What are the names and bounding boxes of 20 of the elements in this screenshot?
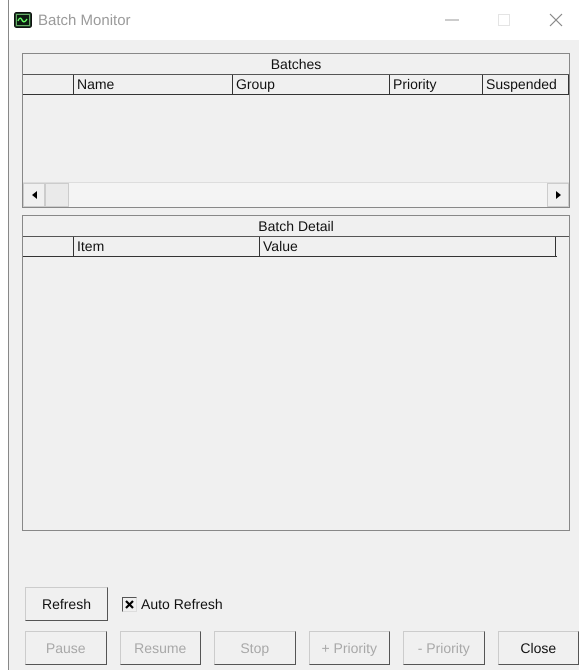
close-icon[interactable] [549, 13, 563, 27]
column-header[interactable]: Group [233, 75, 390, 94]
column-header[interactable]: Name [74, 75, 233, 94]
scroll-thumb[interactable] [45, 183, 69, 207]
grid-title: Batches [23, 54, 569, 75]
checkbox-label: Auto Refresh [141, 596, 223, 612]
right-arrow-icon[interactable] [556, 191, 560, 199]
monitor-icon [14, 12, 32, 28]
column-header[interactable]: Suspended [483, 75, 569, 94]
column-header[interactable]: Item [74, 237, 260, 256]
horizontal-scrollbar[interactable] [23, 182, 569, 207]
column-header[interactable]: Value [260, 237, 556, 256]
auto-refresh-checkbox[interactable] [122, 596, 137, 612]
refresh-button[interactable]: Refresh [25, 587, 108, 621]
grid-title: Batch Detail [23, 216, 569, 237]
left-arrow-icon[interactable] [32, 191, 36, 199]
minimize-icon[interactable] [445, 19, 459, 21]
column-header[interactable]: Priority [390, 75, 483, 94]
action-button[interactable]: Close [498, 631, 579, 665]
window-title: Batch Monitor [38, 12, 132, 28]
